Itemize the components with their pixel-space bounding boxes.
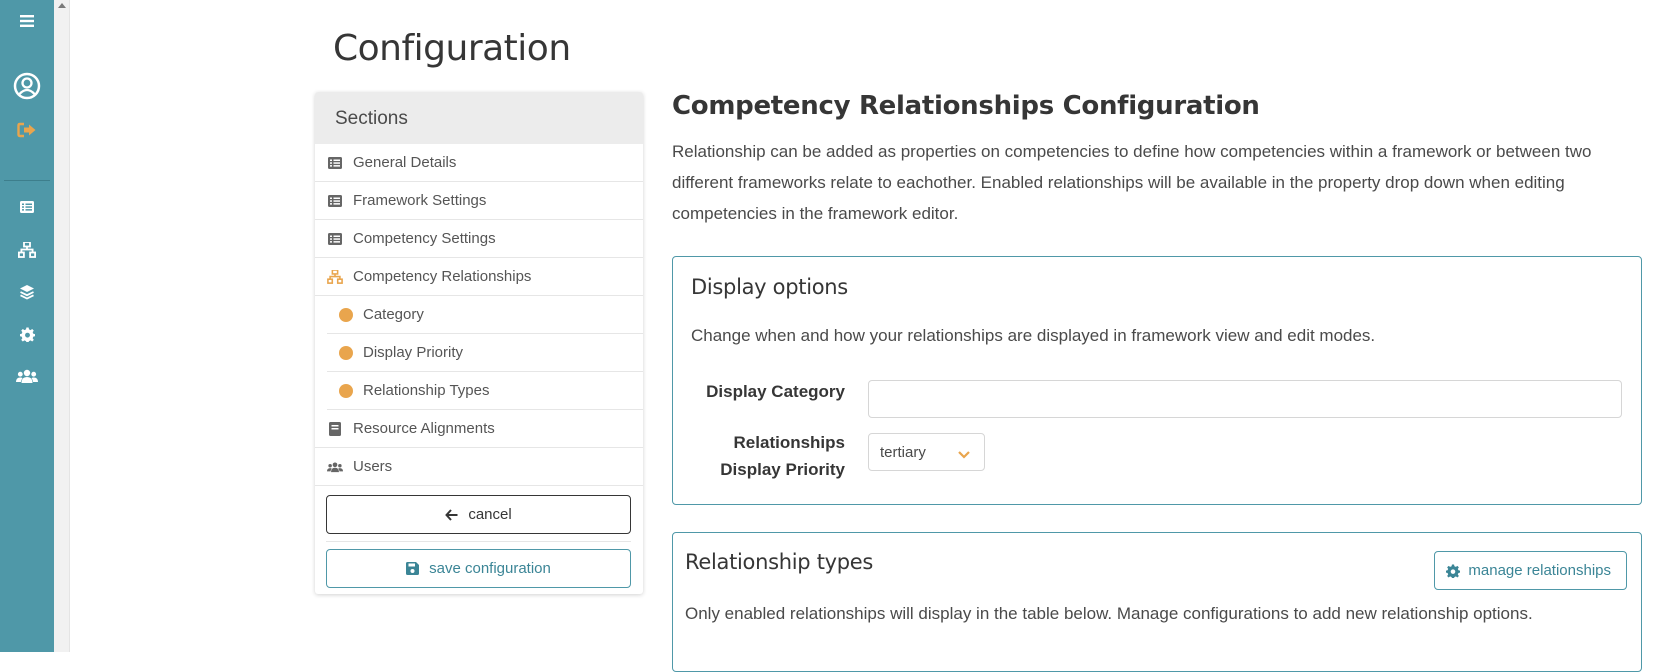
layers-icon[interactable] — [0, 278, 54, 306]
users-icon — [327, 460, 343, 474]
sitemap-icon[interactable] — [0, 236, 54, 264]
sections-panel: Sections General Details Framework Setti… — [315, 92, 643, 594]
section-label: Competency Settings — [353, 230, 496, 247]
book-icon — [327, 421, 343, 436]
section-general-details[interactable]: General Details — [315, 144, 643, 182]
manage-relationships-button[interactable]: manage relationships — [1434, 551, 1627, 590]
dot-icon — [339, 383, 353, 398]
gear-icon — [1446, 563, 1461, 578]
relationship-types-description: Only enabled relationships will display … — [685, 604, 1533, 623]
section-label: Resource Alignments — [353, 420, 495, 437]
chevron-down-icon — [958, 446, 970, 463]
label-line: Relationships — [733, 433, 845, 452]
list-icon — [327, 156, 343, 170]
display-options-card: Display options Change when and how your… — [672, 256, 1642, 505]
section-relationship-types[interactable]: Relationship Types — [327, 372, 643, 410]
list-icon — [327, 194, 343, 208]
section-label: Relationship Types — [363, 382, 490, 399]
gear-icon[interactable] — [0, 320, 54, 348]
manage-label: manage relationships — [1468, 562, 1611, 579]
section-label: Category — [363, 306, 424, 323]
list-icon — [327, 232, 343, 246]
page-title: Configuration — [333, 28, 571, 69]
section-label: Competency Relationships — [353, 268, 532, 285]
section-framework-settings[interactable]: Framework Settings — [315, 182, 643, 220]
display-options-title: Display options — [691, 275, 848, 299]
save-configuration-button[interactable]: save configuration — [326, 549, 631, 588]
save-icon — [406, 562, 420, 575]
section-label: Display Priority — [363, 344, 464, 361]
relationship-types-card: Relationship types manage relationships … — [672, 532, 1642, 672]
relationships-display-priority-label: Relationships Display Priority — [693, 429, 845, 483]
cancel-label: cancel — [468, 506, 512, 523]
section-category[interactable]: Category — [327, 296, 643, 334]
sitemap-icon — [327, 269, 343, 284]
cancel-button[interactable]: cancel — [326, 495, 631, 534]
display-category-label: Display Category — [706, 382, 845, 401]
main-title: Competency Relationships Configuration — [672, 91, 1260, 121]
section-competency-settings[interactable]: Competency Settings — [315, 220, 643, 258]
section-label: Framework Settings — [353, 192, 487, 209]
sections-header: Sections — [315, 92, 643, 144]
select-value: tertiary — [880, 443, 926, 461]
relationship-types-title: Relationship types — [685, 550, 874, 574]
divider — [326, 541, 631, 542]
arrow-left-icon — [445, 508, 458, 521]
sign-out-icon[interactable] — [0, 116, 54, 144]
section-label: Users — [353, 458, 393, 475]
section-display-priority[interactable]: Display Priority — [327, 334, 643, 372]
dot-icon — [339, 307, 353, 322]
section-label: General Details — [353, 154, 457, 171]
rail-divider — [4, 180, 50, 181]
save-label: save configuration — [429, 560, 551, 577]
menu-icon[interactable] — [0, 7, 54, 35]
label-line: Display Priority — [720, 460, 845, 479]
display-options-description: Change when and how your relationships a… — [691, 326, 1376, 345]
users-icon[interactable] — [0, 362, 54, 390]
user-circle-icon[interactable] — [0, 72, 54, 100]
display-priority-select[interactable]: tertiary — [868, 433, 985, 471]
display-category-input[interactable] — [868, 380, 1622, 418]
section-resource-alignments[interactable]: Resource Alignments — [315, 410, 643, 448]
section-competency-relationships[interactable]: Competency Relationships — [315, 258, 643, 296]
icon-rail — [0, 0, 54, 652]
list-icon[interactable] — [0, 193, 54, 221]
scrollbar[interactable] — [54, 0, 70, 652]
section-users[interactable]: Users — [315, 448, 643, 486]
dot-icon — [339, 345, 353, 360]
scroll-up-icon[interactable] — [58, 3, 66, 8]
main-description: Relationship can be added as properties … — [672, 142, 1592, 223]
